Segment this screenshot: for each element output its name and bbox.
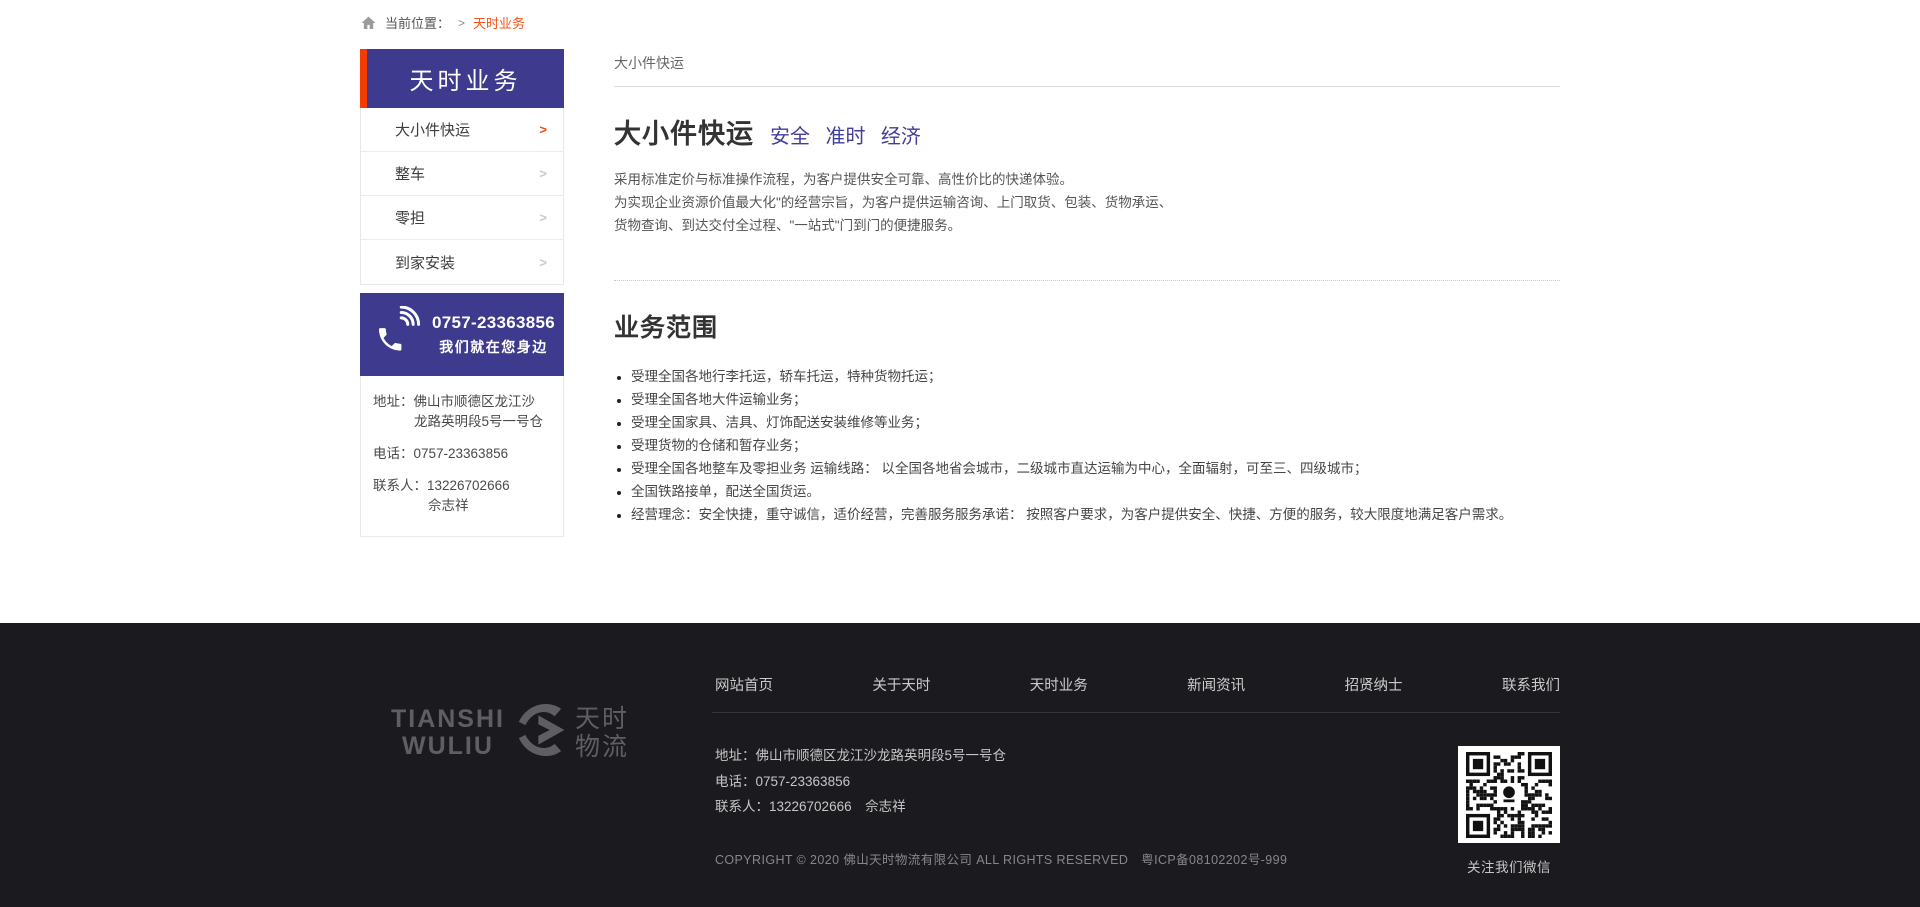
scope-item: 受理货物的仓储和暂存业务； bbox=[631, 434, 1560, 457]
main-content: 大小件快运 大小件快运 安全 准时 经济 采用标准定价与标准操作流程，为客户提供… bbox=[614, 49, 1560, 526]
sidebar-item-label: 大小件快运 bbox=[395, 119, 470, 140]
chevron-right-icon: > bbox=[539, 255, 547, 270]
scope-item: 受理全国家具、洁具、灯饰配送安装维修等业务； bbox=[631, 411, 1560, 434]
contact-person-line2: 佘志祥 bbox=[373, 498, 469, 513]
scope-list: 受理全国各地行李托运，轿车托运，特种货物托运； 受理全国各地大件运输业务； 受理… bbox=[614, 365, 1560, 526]
sidebar-item-label: 整车 bbox=[395, 163, 425, 184]
footer-phone: 电话：0757-23363856 bbox=[715, 769, 1560, 795]
footer-nav-home[interactable]: 网站首页 bbox=[715, 674, 773, 695]
logo-cn-text: 天时 物流 bbox=[575, 705, 629, 761]
home-icon[interactable] bbox=[360, 15, 377, 31]
chevron-right-icon: > bbox=[539, 210, 547, 225]
sidebar-item-label: 到家安装 bbox=[395, 252, 455, 273]
sidebar-item-daxiaojian[interactable]: 大小件快运 > bbox=[361, 108, 563, 152]
sidebar-item-zhengche[interactable]: 整车 > bbox=[361, 152, 563, 196]
sidebar-item-daojiaanzhuang[interactable]: 到家安装 > bbox=[361, 240, 563, 284]
scope-item: 受理全国各地行李托运，轿车托运，特种货物托运； bbox=[631, 365, 1560, 388]
chevron-right-icon: > bbox=[539, 166, 547, 181]
dotted-divider bbox=[614, 280, 1560, 281]
contact-phone: 电话：0757-23363856 bbox=[373, 444, 553, 464]
footer-contact-block: 地址：佛山市顺德区龙江沙龙路英明段5号一号仓 电话：0757-23363856 … bbox=[715, 743, 1560, 820]
footer-nav-services[interactable]: 天时业务 bbox=[1030, 674, 1088, 695]
sidebar-title: 天时业务 bbox=[360, 49, 564, 108]
breadcrumb: 当前位置： > 天时业务 bbox=[360, 0, 1560, 49]
page-body: 当前位置： > 天时业务 天时业务 大小件快运 > 整车 > bbox=[0, 0, 1920, 623]
intro-line: 为实现企业资源价值最大化"的经营宗旨，为客户提供运输咨询、上门取货、包装、货物承… bbox=[614, 191, 1560, 214]
footer: TIANSHI WULIU 天时 物流 网站首页 关于天时 天时业 bbox=[0, 623, 1920, 907]
footer-nav: 网站首页 关于天时 天时业务 新闻资讯 招贤纳士 联系我们 bbox=[715, 623, 1560, 695]
qr-caption: 关注我们微信 bbox=[1458, 856, 1560, 876]
intro-line: 采用标准定价与标准操作流程，为客户提供安全可靠、高性价比的快递体验。 bbox=[614, 168, 1560, 191]
tag-safe: 安全 bbox=[770, 126, 810, 148]
tag-ontime: 准时 bbox=[825, 126, 865, 148]
footer-nav-contact[interactable]: 联系我们 bbox=[1502, 674, 1560, 695]
footer-logo: TIANSHI WULIU 天时 物流 bbox=[360, 697, 660, 768]
intro-line: 货物查询、到达交付全过程、"一站式"门到门的便捷服务。 bbox=[614, 214, 1560, 237]
sidebar: 天时业务 大小件快运 > 整车 > 零担 > 到家安装 bbox=[360, 49, 564, 537]
scope-item: 受理全国各地整车及零担业务 运输线路： 以全国各地省会城市，二级城市直达运输为中… bbox=[631, 457, 1560, 480]
footer-qr-block: 关注我们微信 bbox=[1458, 746, 1560, 876]
contact-address-line1: 地址：佛山市顺德区龙江沙 bbox=[373, 394, 535, 409]
footer-address: 地址：佛山市顺德区龙江沙龙路英明段5号一号仓 bbox=[715, 743, 1560, 769]
contact-person-line1: 联系人：13226702666 bbox=[373, 478, 510, 493]
scope-item: 全国铁路接单，配送全国货运。 bbox=[631, 480, 1560, 503]
contact-address-line2: 龙路英明段5号一号仓 bbox=[373, 414, 543, 429]
hotline-number: 0757-23363856 bbox=[431, 313, 556, 333]
logo-en-text: TIANSHI WULIU bbox=[391, 706, 505, 760]
breadcrumb-separator: > bbox=[458, 16, 465, 30]
footer-nav-about[interactable]: 关于天时 bbox=[872, 674, 930, 695]
hotline-banner: 0757-23363856 我们就在您身边 bbox=[360, 293, 564, 376]
scope-item: 受理全国各地大件运输业务； bbox=[631, 388, 1560, 411]
sidebar-item-lingdan[interactable]: 零担 > bbox=[361, 196, 563, 240]
hotline-slogan: 我们就在您身边 bbox=[431, 337, 556, 357]
phone-waves-icon bbox=[372, 306, 424, 363]
breadcrumb-label: 当前位置： bbox=[385, 13, 450, 32]
copyright: COPYRIGHT © 2020 佛山天时物流有限公司 ALL RIGHTS R… bbox=[715, 849, 1560, 868]
sidebar-menu: 大小件快运 > 整车 > 零担 > 到家安装 > bbox=[360, 108, 564, 285]
scope-item: 经营理念：安全快捷，重守诚信，适价经营，完善服务服务承诺： 按照客户要求，为客户… bbox=[631, 503, 1560, 526]
footer-contact-person: 联系人：13226702666 佘志祥 bbox=[715, 794, 1560, 820]
footer-divider bbox=[712, 712, 1560, 713]
sidebar-contact-box: 地址：佛山市顺德区龙江沙 龙路英明段5号一号仓 电话：0757-23363856… bbox=[360, 376, 564, 537]
heading-tags: 安全 准时 经济 bbox=[770, 120, 932, 149]
breadcrumb-current-link[interactable]: 天时业务 bbox=[473, 13, 525, 32]
intro-paragraph: 采用标准定价与标准操作流程，为客户提供安全可靠、高性价比的快递体验。 为实现企业… bbox=[614, 168, 1560, 237]
arrow-swoosh-icon bbox=[514, 697, 566, 768]
footer-nav-careers[interactable]: 招贤纳士 bbox=[1345, 674, 1403, 695]
scope-heading: 业务范围 bbox=[614, 308, 1560, 344]
footer-nav-news[interactable]: 新闻资讯 bbox=[1187, 674, 1245, 695]
chevron-right-icon: > bbox=[539, 122, 547, 137]
tag-economic: 经济 bbox=[881, 126, 921, 148]
page-title: 大小件快运 bbox=[614, 112, 754, 151]
sidebar-item-label: 零担 bbox=[395, 207, 425, 228]
section-title: 大小件快运 bbox=[614, 53, 1560, 87]
qr-code bbox=[1458, 746, 1560, 843]
